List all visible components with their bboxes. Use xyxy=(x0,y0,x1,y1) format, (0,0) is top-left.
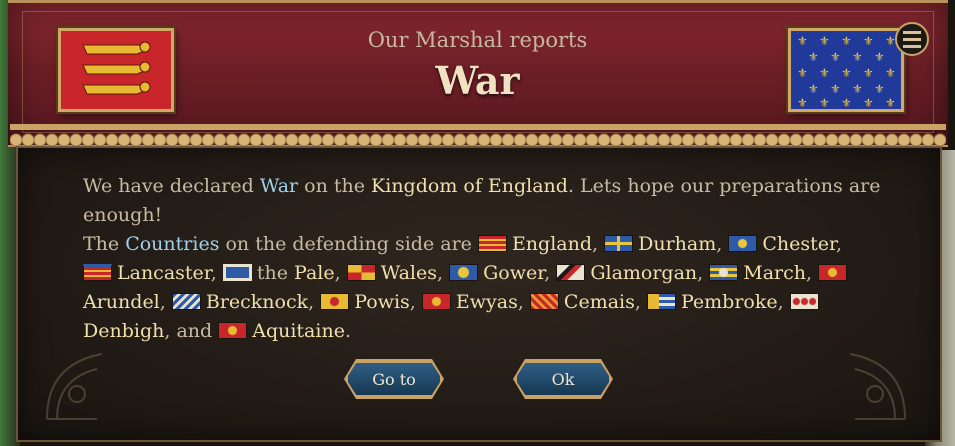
header-fringe xyxy=(10,124,946,148)
country-flag-cemais[interactable] xyxy=(529,293,559,310)
country-arundel[interactable]: Arundel xyxy=(83,291,160,313)
separator: , xyxy=(777,291,790,313)
country-pembroke[interactable]: Pembroke xyxy=(681,291,778,313)
separator: , xyxy=(634,291,647,313)
text-fragment: The xyxy=(83,233,126,255)
country-flag-aquitaine[interactable] xyxy=(218,322,248,339)
country-wales[interactable]: Wales xyxy=(381,262,437,284)
separator: , xyxy=(517,291,530,313)
country-flag-pale[interactable] xyxy=(222,264,252,281)
text-fragment: We have declared xyxy=(83,175,260,197)
text-fragment: on the defending side are xyxy=(219,233,478,255)
separator: . xyxy=(344,320,351,342)
ornament-corner-left xyxy=(46,353,103,420)
separator: , xyxy=(334,262,347,284)
country-cemais[interactable]: Cemais xyxy=(564,291,635,313)
country-flag-powis[interactable] xyxy=(320,293,350,310)
country-flag-ewyas[interactable] xyxy=(421,293,451,310)
ornament-corner-right xyxy=(849,353,906,420)
country-pale[interactable]: Pale xyxy=(294,262,335,284)
countries-link[interactable]: Countries xyxy=(125,233,219,255)
text-fragment: on the xyxy=(298,175,372,197)
country-flag-gower[interactable] xyxy=(449,264,479,281)
country-flag-arundel[interactable] xyxy=(818,264,848,281)
separator: , xyxy=(592,233,605,255)
separator: , xyxy=(697,262,710,284)
goto-button[interactable]: Go to xyxy=(346,361,442,397)
country-ewyas[interactable]: Ewyas xyxy=(456,291,518,313)
country-brecknock[interactable]: Brecknock xyxy=(206,291,308,313)
target-country-link[interactable]: Kingdom of England xyxy=(371,175,568,197)
country-durham[interactable]: Durham xyxy=(638,233,716,255)
country-flag-durham[interactable] xyxy=(604,235,634,252)
country-chester[interactable]: Chester xyxy=(762,233,836,255)
event-subtitle: Our Marshal reports xyxy=(367,28,588,52)
separator: , xyxy=(806,262,819,284)
event-description: We have declared War on the Kingdom of E… xyxy=(83,172,883,346)
separator: , xyxy=(836,233,843,255)
country-denbigh[interactable]: Denbigh xyxy=(83,320,164,342)
country-flag-pembroke[interactable] xyxy=(646,293,676,310)
country-march[interactable]: March xyxy=(743,262,806,284)
country-flag-denbigh[interactable] xyxy=(789,293,819,310)
event-title: War xyxy=(435,58,520,103)
country-flag-england[interactable] xyxy=(477,235,507,252)
country-flag-wales[interactable] xyxy=(346,264,376,281)
separator: , xyxy=(716,233,729,255)
prefix: the xyxy=(256,262,295,284)
hamburger-menu-icon[interactable] xyxy=(895,22,929,56)
country-glamorgan[interactable]: Glamorgan xyxy=(590,262,697,284)
country-gower[interactable]: Gower xyxy=(483,262,544,284)
separator: , and xyxy=(164,320,219,342)
country-england[interactable]: England xyxy=(512,233,592,255)
country-flag-brecknock[interactable] xyxy=(171,293,201,310)
country-flag-march[interactable] xyxy=(709,264,739,281)
separator: , xyxy=(210,262,223,284)
separator: , xyxy=(159,291,172,313)
ok-button[interactable]: Ok xyxy=(515,361,611,397)
separator: , xyxy=(544,262,557,284)
country-flag-glamorgan[interactable] xyxy=(556,264,586,281)
separator: , xyxy=(409,291,422,313)
separator: , xyxy=(308,291,321,313)
country-flag-lancaster[interactable] xyxy=(83,264,112,281)
country-lancaster[interactable]: Lancaster xyxy=(117,262,211,284)
country-powis[interactable]: Powis xyxy=(354,291,410,313)
country-aquitaine[interactable]: Aquitaine xyxy=(252,320,345,342)
separator: , xyxy=(437,262,450,284)
country-flag-chester[interactable] xyxy=(728,235,758,252)
war-link[interactable]: War xyxy=(260,175,298,197)
